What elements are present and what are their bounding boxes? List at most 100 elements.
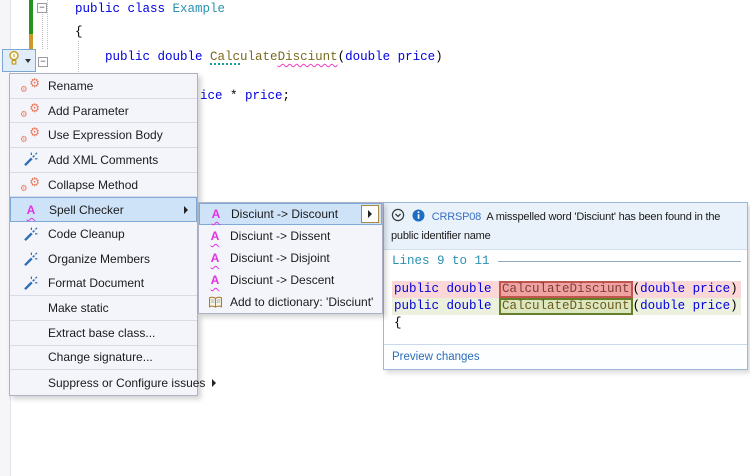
identifier: ice xyxy=(200,89,223,103)
menu-item-spell-checker[interactable]: A Spell Checker xyxy=(10,197,197,222)
fold-guide-line xyxy=(42,14,43,49)
paren: ( xyxy=(633,282,641,296)
indent-guide xyxy=(78,41,79,72)
identifier: price xyxy=(245,89,283,103)
menu-item-add-xml-comments[interactable]: Add XML Comments xyxy=(10,148,197,173)
gears-icon: ⚙⚙ xyxy=(19,126,41,144)
diff-line-context: { xyxy=(392,315,741,332)
menu-icon-placeholder xyxy=(19,374,41,392)
param-keyword: double xyxy=(640,282,693,296)
diff-line-added: public double CalculateDiscount(double p… xyxy=(392,298,741,315)
menu-item-label: Organize Members xyxy=(48,252,150,266)
menu-item-label: Use Expression Body xyxy=(48,128,163,142)
new-identifier-box: CalculateDiscount xyxy=(499,298,633,315)
menu-item-label: Change signature... xyxy=(48,350,153,364)
menu-item-rename[interactable]: ⚙⚙ Rename xyxy=(10,74,197,99)
expand-preview-button[interactable] xyxy=(361,205,379,223)
menu-item-change-signature[interactable]: Change signature... xyxy=(10,346,197,371)
param-name: price xyxy=(693,299,731,313)
code-line-class-declaration: public class Example xyxy=(75,2,225,17)
param-name: price xyxy=(398,50,436,64)
submenu-item-label: Disciunt -> Descent xyxy=(230,273,334,287)
semicolon: ; xyxy=(283,89,291,103)
menu-item-organize-members[interactable]: Organize Members xyxy=(10,247,197,272)
panel-header: CRRSP08 A misspelled word 'Disciunt' has… xyxy=(384,203,747,250)
book-icon xyxy=(205,293,225,311)
menu-item-extract-base-class[interactable]: Extract base class... xyxy=(10,321,197,346)
brace: { xyxy=(75,25,83,39)
change-tracking-bar-saved xyxy=(29,0,33,34)
menu-item-use-expression-body[interactable]: ⚙⚙ Use Expression Body xyxy=(10,123,197,148)
horizontal-rule xyxy=(498,261,741,262)
submenu-item-dissent[interactable]: A Disciunt -> Dissent xyxy=(199,225,382,247)
menu-item-collapse-method[interactable]: ⚙⚙ Collapse Method xyxy=(10,173,197,198)
info-icon xyxy=(412,209,425,228)
menu-icon-placeholder xyxy=(19,348,41,366)
panel-body: Lines 9 to 11 public double CalculateDis… xyxy=(384,250,747,344)
paren: ) xyxy=(730,299,738,313)
menu-item-code-cleanup[interactable]: Code Cleanup xyxy=(10,222,197,247)
chevron-down-icon xyxy=(25,59,31,63)
code-line-return-statement-partial: ice * price; xyxy=(200,89,290,104)
preview-changes-link[interactable]: Preview changes xyxy=(392,351,480,363)
menu-item-label: Add Parameter xyxy=(48,104,129,118)
menu-item-make-static[interactable]: Make static xyxy=(10,296,197,321)
old-identifier-box: CalculateDisciunt xyxy=(499,281,633,298)
spellcheck-icon: A xyxy=(205,271,225,289)
menu-item-label: Make static xyxy=(48,301,109,315)
spellcheck-icon: A xyxy=(206,205,226,223)
submenu-item-add-to-dictionary[interactable]: Add to dictionary: 'Disciunt' xyxy=(199,291,382,313)
spell-checker-submenu: A Disciunt -> Discount A Disciunt -> Dis… xyxy=(198,202,383,314)
menu-item-format-document[interactable]: Format Document xyxy=(10,272,197,297)
submenu-item-label: Disciunt -> Discount xyxy=(231,207,338,221)
paren: ) xyxy=(435,50,443,64)
wand-icon xyxy=(19,225,41,243)
menu-item-label: Suppress or Configure issues xyxy=(48,376,205,390)
method-name: ulate xyxy=(240,50,278,64)
refactor-context-menu: ⚙⚙ Rename ⚙⚙ Add Parameter ⚙⚙ Use Expres… xyxy=(9,73,198,396)
submenu-item-label: Add to dictionary: 'Disciunt' xyxy=(230,295,373,309)
menu-item-label: Code Cleanup xyxy=(48,227,125,241)
submenu-arrow-icon xyxy=(368,210,372,218)
code-line-open-brace: { xyxy=(75,25,83,40)
wand-icon xyxy=(19,274,41,292)
menu-item-label: Extract base class... xyxy=(48,326,155,340)
spellcheck-icon: A xyxy=(205,249,225,267)
issue-code-link[interactable]: CRRSP08 xyxy=(432,211,481,223)
collapse-chevron-icon[interactable] xyxy=(391,208,405,228)
paren: ) xyxy=(730,282,738,296)
issue-preview-panel: CRRSP08 A misspelled word 'Disciunt' has… xyxy=(383,202,748,370)
paren: ( xyxy=(633,299,641,313)
submenu-item-discount[interactable]: A Disciunt -> Discount xyxy=(199,203,382,225)
indent-guide xyxy=(47,0,48,49)
menu-icon-placeholder xyxy=(19,324,41,342)
class-name: Example xyxy=(173,2,226,16)
lightbulb-actions-button[interactable] xyxy=(2,49,36,72)
submenu-item-descent[interactable]: A Disciunt -> Descent xyxy=(199,269,382,291)
spellcheck-icon: A xyxy=(20,201,42,219)
change-tracking-bar-unsaved xyxy=(29,34,33,50)
keyword: public class xyxy=(75,2,173,16)
wand-icon xyxy=(19,151,41,169)
menu-item-label: Add XML Comments xyxy=(48,153,158,167)
code-fold-toggle[interactable]: − xyxy=(37,3,47,13)
keyword: public double xyxy=(394,299,499,313)
panel-footer: Preview changes xyxy=(384,344,747,369)
misspelled-word: Disciunt xyxy=(278,50,338,64)
code-fold-toggle-method[interactable]: − xyxy=(38,57,48,67)
paren: ( xyxy=(338,50,346,64)
operator: * xyxy=(223,89,246,103)
menu-item-label: Format Document xyxy=(48,276,144,290)
gears-icon: ⚙⚙ xyxy=(19,176,41,194)
spellcheck-icon: A xyxy=(205,227,225,245)
menu-item-add-parameter[interactable]: ⚙⚙ Add Parameter xyxy=(10,99,197,124)
submenu-item-disjoint[interactable]: A Disciunt -> Disjoint xyxy=(199,247,382,269)
submenu-item-label: Disciunt -> Dissent xyxy=(230,229,330,243)
param-keyword: double xyxy=(640,299,693,313)
menu-item-suppress-or-configure[interactable]: Suppress or Configure issues xyxy=(10,370,197,395)
code-diff: public double CalculateDisciunt(double p… xyxy=(392,281,741,332)
menu-item-label: Collapse Method xyxy=(48,178,138,192)
gears-icon: ⚙⚙ xyxy=(19,77,41,95)
keyword: public double xyxy=(394,282,499,296)
menu-item-label: Rename xyxy=(48,79,93,93)
